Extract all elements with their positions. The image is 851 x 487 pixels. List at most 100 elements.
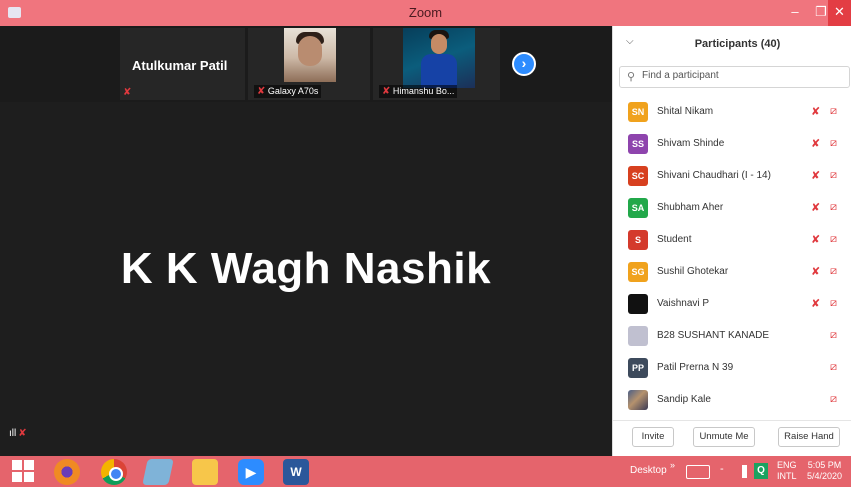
tile-caption-text: Galaxy A70s: [267, 86, 319, 96]
video-off-icon: ⧄: [830, 393, 837, 405]
participants-title: Participants (40): [694, 38, 781, 50]
minimize-button[interactable]: –: [782, 0, 808, 26]
video-tile-galaxy[interactable]: ✘ Galaxy A70s: [248, 28, 370, 100]
participant-row[interactable]: S Student ✘ ⧄: [613, 224, 851, 256]
connection-status: ıll ✘: [9, 428, 27, 439]
participant-name: Shubham Aher: [657, 202, 724, 213]
participant-avatar: SG: [628, 262, 648, 282]
participant-row[interactable]: SG Sushil Ghotekar ✘ ⧄: [613, 256, 851, 288]
signal-strength-icon: ıll: [9, 428, 17, 439]
raise-hand-button[interactable]: Raise Hand: [778, 427, 840, 447]
panel-header: ⌵ Participants (40): [613, 26, 851, 60]
clock-date: 5/4/2020: [807, 471, 843, 481]
participant-name: Sandip Kale: [657, 394, 711, 405]
video-off-icon: ⧄: [830, 265, 837, 277]
video-off-icon: ⧄: [830, 329, 837, 341]
tile-participant-name: Atulkumar Patil: [132, 58, 228, 73]
participant-video-feed: [284, 28, 336, 82]
video-off-icon: ⧄: [830, 105, 837, 117]
participant-row[interactable]: SS Shivam Shinde ✘ ⧄: [613, 128, 851, 160]
video-off-icon: ⧄: [830, 233, 837, 245]
video-tile-atulkumar[interactable]: Atulkumar Patil ✘: [120, 28, 245, 100]
video-off-icon: ⧄: [830, 137, 837, 149]
chevron-right-icon[interactable]: »: [670, 460, 675, 470]
participant-row[interactable]: SA Shubham Aher ✘ ⧄: [613, 192, 851, 224]
muted-mic-icon: ✘: [123, 87, 132, 98]
participant-name: Shivam Shinde: [657, 138, 725, 149]
tile-caption: ✘ Galaxy A70s: [254, 85, 322, 98]
participant-avatar: S: [628, 230, 648, 250]
participant-name: Student: [657, 234, 692, 245]
participant-row[interactable]: Vaishnavi P ✘ ⧄: [613, 288, 851, 320]
video-off-icon: ⧄: [830, 297, 837, 309]
tile-caption: ✘ Himanshu Bo...: [379, 85, 458, 98]
invite-button[interactable]: Invite: [632, 427, 674, 447]
muted-mic-icon: ✘: [811, 138, 821, 150]
muted-mic-icon: ✘: [18, 428, 27, 439]
participant-name: B28 SUSHANT KANADE: [657, 330, 770, 341]
file-explorer-icon[interactable]: [192, 459, 218, 485]
windows-start-icon[interactable]: [12, 460, 34, 482]
unmute-me-button[interactable]: Unmute Me: [693, 427, 755, 447]
muted-mic-icon: ✘: [811, 266, 821, 278]
word-icon[interactable]: W: [283, 459, 309, 485]
muted-mic-icon: ✘: [811, 298, 821, 310]
title-bar: Zoom – ❐ ✕: [0, 0, 851, 26]
video-off-icon: ⧄: [830, 201, 837, 213]
desktop-toolbar-label[interactable]: Desktop: [630, 465, 667, 476]
system-clock[interactable]: 5:05 PM 5/4/2020: [807, 460, 842, 482]
participant-video-feed: [403, 28, 475, 88]
participants-panel: ⌵ Participants (40) ⚲ SNShital Nikam✘⧄SS…: [612, 26, 851, 456]
participant-avatar: SA: [628, 198, 648, 218]
divider: [613, 420, 851, 421]
video-area: Atulkumar Patil ✘ ✘ Galaxy A70s ✘ Himans…: [0, 26, 612, 482]
tile-caption-text: Himanshu Bo...: [392, 86, 455, 96]
participant-avatar: [628, 390, 648, 410]
keyboard-icon[interactable]: [686, 465, 710, 479]
participant-row[interactable]: PP Patil Prerna N 39 ⧄: [613, 352, 851, 384]
video-off-icon: ⧄: [830, 169, 837, 181]
lang-layout: INTL: [777, 471, 797, 481]
participant-avatar: [628, 326, 648, 346]
participant-name: Shital Nikam: [657, 106, 714, 117]
participant-avatar: SS: [628, 134, 648, 154]
tray-app-icon[interactable]: Q: [754, 463, 768, 479]
muted-mic-icon: ✘: [811, 106, 821, 118]
muted-mic-icon: ✘: [382, 86, 391, 97]
participant-row[interactable]: SN Shital Nikam ✘ ⧄: [613, 96, 851, 128]
close-button[interactable]: ✕: [828, 0, 851, 26]
muted-mic-icon: ✘: [811, 234, 821, 246]
participant-avatar: SC: [628, 166, 648, 186]
video-tile-himanshu[interactable]: ✘ Himanshu Bo...: [373, 28, 500, 100]
participant-row[interactable]: Sandip Kale ⧄: [613, 384, 851, 416]
muted-mic-icon: ✘: [811, 202, 821, 214]
thumbnail-strip: Atulkumar Patil ✘ ✘ Galaxy A70s ✘ Himans…: [0, 26, 612, 102]
participant-row[interactable]: B28 SUSHANT KANADE ⧄: [613, 320, 851, 352]
participant-name: Shivani Chaudhari (I - 14): [657, 170, 771, 181]
muted-mic-icon: ✘: [811, 170, 821, 182]
muted-mic-icon: ✘: [257, 86, 266, 97]
participant-name: Patil Prerna N 39: [657, 362, 734, 373]
participant-name: Sushil Ghotekar: [657, 266, 729, 277]
battery-icon[interactable]: [742, 465, 747, 478]
participant-avatar: [628, 294, 648, 314]
video-off-icon: ⧄: [830, 361, 837, 373]
active-speaker-name: K K Wagh Nashik: [120, 244, 492, 293]
clock-time: 5:05 PM: [807, 460, 842, 470]
firefox-icon[interactable]: [54, 459, 80, 485]
lang-code: ENG: [777, 460, 797, 470]
zoom-taskbar-icon[interactable]: ▶: [238, 459, 264, 485]
window-title: Zoom: [408, 5, 443, 20]
search-icon: ⚲: [627, 71, 636, 83]
participant-search[interactable]: ⚲: [619, 66, 850, 88]
participant-row[interactable]: SC Shivani Chaudhari (I - 14) ✘ ⧄: [613, 160, 851, 192]
next-page-button[interactable]: ›: [512, 52, 536, 76]
participant-avatar: PP: [628, 358, 648, 378]
windows-taskbar: ▶ W Desktop » - Q ENG INTL 5:05 PM 5/4/2…: [0, 456, 851, 487]
participant-avatar: SN: [628, 102, 648, 122]
notes-app-icon[interactable]: [142, 459, 174, 485]
language-indicator[interactable]: ENG INTL: [777, 460, 797, 482]
chrome-icon[interactable]: [101, 459, 127, 485]
search-input[interactable]: [642, 70, 842, 81]
participant-list: SN Shital Nikam ✘ ⧄ SS Shivam Shinde ✘ ⧄ SC Shiva…: [613, 96, 851, 416]
